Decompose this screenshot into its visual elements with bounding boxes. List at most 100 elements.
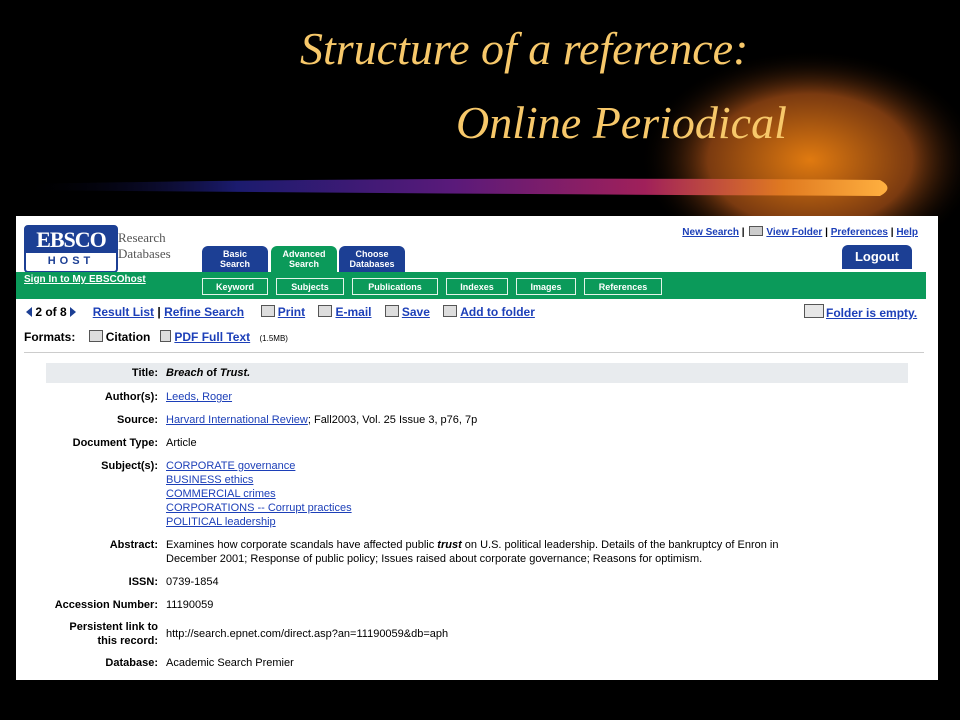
field-doctype: Article <box>166 437 197 449</box>
slide-title-line-1: Structure of a reference: <box>300 23 749 74</box>
separator: | <box>825 227 828 238</box>
field-label: ISSN: <box>128 576 158 588</box>
subject-link[interactable]: CORPORATIONS -- Corrupt practices <box>166 502 352 514</box>
source-details: ; Fall2003, Vol. 25 Issue 3, p76, 7p <box>307 414 478 426</box>
pdf-full-text-link[interactable]: PDF Full Text <box>174 330 250 344</box>
citation-label: Citation <box>105 330 151 344</box>
subtab-indexes[interactable]: Indexes <box>446 278 508 295</box>
formats-label: Formats: <box>24 330 76 344</box>
abstract-text: Examines how corporate scandals have aff… <box>166 539 438 551</box>
view-folder-link[interactable]: View Folder <box>766 227 822 238</box>
sign-in-link[interactable]: Sign In to My EBSCOhost <box>24 274 146 285</box>
field-label: Source: <box>117 414 158 426</box>
field-label: Subject(s): <box>101 460 158 472</box>
save-disk-icon <box>384 305 399 317</box>
tab-label: Advanced <box>282 249 326 259</box>
field-accession: 11190059 <box>166 599 214 611</box>
field-label: Accession Number: <box>54 599 158 611</box>
result-position: 2 of 8 <box>35 305 67 319</box>
record-details: Title: Breach of Trust. Author(s): Leeds… <box>46 363 908 670</box>
subject-link[interactable]: COMMERCIAL crimes <box>166 488 276 500</box>
subtab-publications[interactable]: Publications <box>352 278 438 295</box>
subject-link[interactable]: BUSINESS ethics <box>166 474 253 486</box>
abstract-text: December 2001; Response of public policy… <box>166 553 703 565</box>
record-row-persistent-link: Persistent link to this record: http://s… <box>46 620 908 648</box>
record-row-source: Source: Harvard International Review; Fa… <box>46 413 908 427</box>
pdf-icon <box>160 330 172 342</box>
folder-empty-link[interactable]: Folder is empty. <box>826 306 917 320</box>
label-line: Persistent link to <box>69 621 158 633</box>
field-abstract: Examines how corporate scandals have aff… <box>166 538 908 566</box>
record-row-abstract: Abstract: Examines how corporate scandal… <box>46 538 908 566</box>
tab-basic-search[interactable]: Basic Search <box>202 246 268 272</box>
author-link[interactable]: Leeds, Roger <box>166 391 232 403</box>
subtab-subjects[interactable]: Subjects <box>276 278 344 295</box>
field-persistent-link: http://search.epnet.com/direct.asp?an=11… <box>166 628 449 640</box>
record-row-title: Title: Breach of Trust. <box>46 363 908 383</box>
record-row-subjects: Subject(s): CORPORATE governance BUSINES… <box>46 459 908 529</box>
help-link[interactable]: Help <box>896 227 918 238</box>
folder-icon <box>804 304 824 318</box>
label-line: this record: <box>97 635 158 647</box>
top-links: New Search | View Folder | Preferences |… <box>682 226 918 238</box>
subject-link[interactable]: POLITICAL leadership <box>166 516 276 528</box>
source-link[interactable]: Harvard International Review <box>166 414 308 426</box>
field-title: Breach of Trust. <box>166 366 908 380</box>
tab-label: Search <box>219 259 251 269</box>
tab-choose-databases[interactable]: Choose Databases <box>339 246 405 272</box>
add-to-folder-link[interactable]: Add to folder <box>460 305 535 319</box>
printer-icon <box>260 305 275 317</box>
subject-link[interactable]: CORPORATE governance <box>166 460 295 472</box>
host-logo-text: HOST <box>47 255 95 267</box>
tab-advanced-search[interactable]: Advanced Search <box>271 246 337 272</box>
subtab-images[interactable]: Images <box>516 278 576 295</box>
tab-label: Basic <box>222 249 248 259</box>
slide-title-line-2: Online Periodical <box>456 97 787 148</box>
subtab-references[interactable]: References <box>584 278 662 295</box>
ebsco-header: EBSCO HOST Research Databases Basic Sear… <box>16 216 938 273</box>
record-row-doctype: Document Type: Article <box>46 436 908 450</box>
separator: | <box>890 227 894 238</box>
ebsco-logo[interactable]: EBSCO HOST <box>24 225 118 273</box>
record-row-accession: Accession Number: 11190059 <box>46 598 908 612</box>
refine-search-link[interactable]: Refine Search <box>164 305 244 319</box>
subtab-keyword[interactable]: Keyword <box>202 278 268 295</box>
email-link[interactable]: E-mail <box>335 305 371 319</box>
field-label: Persistent link to this record: <box>46 620 166 648</box>
title-part: Trust. <box>219 367 251 379</box>
title-part: Breach <box>166 367 204 379</box>
divider <box>24 352 924 353</box>
field-label: Title: <box>131 367 158 379</box>
brand-line-2: Databases <box>118 246 171 261</box>
field-database: Academic Search Premier <box>166 657 294 669</box>
formats-row: Formats: Citation PDF Full Text (1.5MB) <box>24 330 288 344</box>
print-link[interactable]: Print <box>278 305 305 319</box>
research-databases-label: Research Databases <box>118 230 171 262</box>
title-part: of <box>206 367 217 379</box>
tab-label: Search <box>288 259 320 269</box>
citation-icon <box>88 330 103 342</box>
field-label: Author(s): <box>104 391 158 403</box>
field-label: Abstract: <box>109 539 158 551</box>
preferences-link[interactable]: Preferences <box>831 227 888 238</box>
save-link[interactable]: Save <box>402 305 430 319</box>
abstract-text: on U.S. political leadership. Details of… <box>461 539 779 551</box>
field-issn: 0739-1854 <box>166 576 219 588</box>
result-nav: 2 of 8 Result List | Refine Search Print… <box>26 305 535 319</box>
new-search-link[interactable]: New Search <box>682 227 739 238</box>
next-arrow-icon[interactable] <box>70 307 77 317</box>
separator: | <box>741 227 745 238</box>
tab-label: Choose <box>355 249 389 259</box>
ebsco-screenshot: EBSCO HOST Research Databases Basic Sear… <box>16 216 938 680</box>
field-label: Document Type: <box>72 437 158 449</box>
pdf-size: (1.5MB) <box>259 334 288 343</box>
previous-arrow-icon[interactable] <box>26 307 32 317</box>
brand-line-1: Research <box>118 230 166 245</box>
logout-button[interactable]: Logout <box>842 245 912 269</box>
add-folder-icon <box>443 305 458 317</box>
record-row-issn: ISSN: 0739-1854 <box>46 575 908 589</box>
abstract-highlight: trust <box>437 539 462 551</box>
folder-status: Folder is empty. <box>804 304 917 320</box>
tab-label: Databases <box>349 259 395 269</box>
result-list-link[interactable]: Result List <box>93 305 154 319</box>
